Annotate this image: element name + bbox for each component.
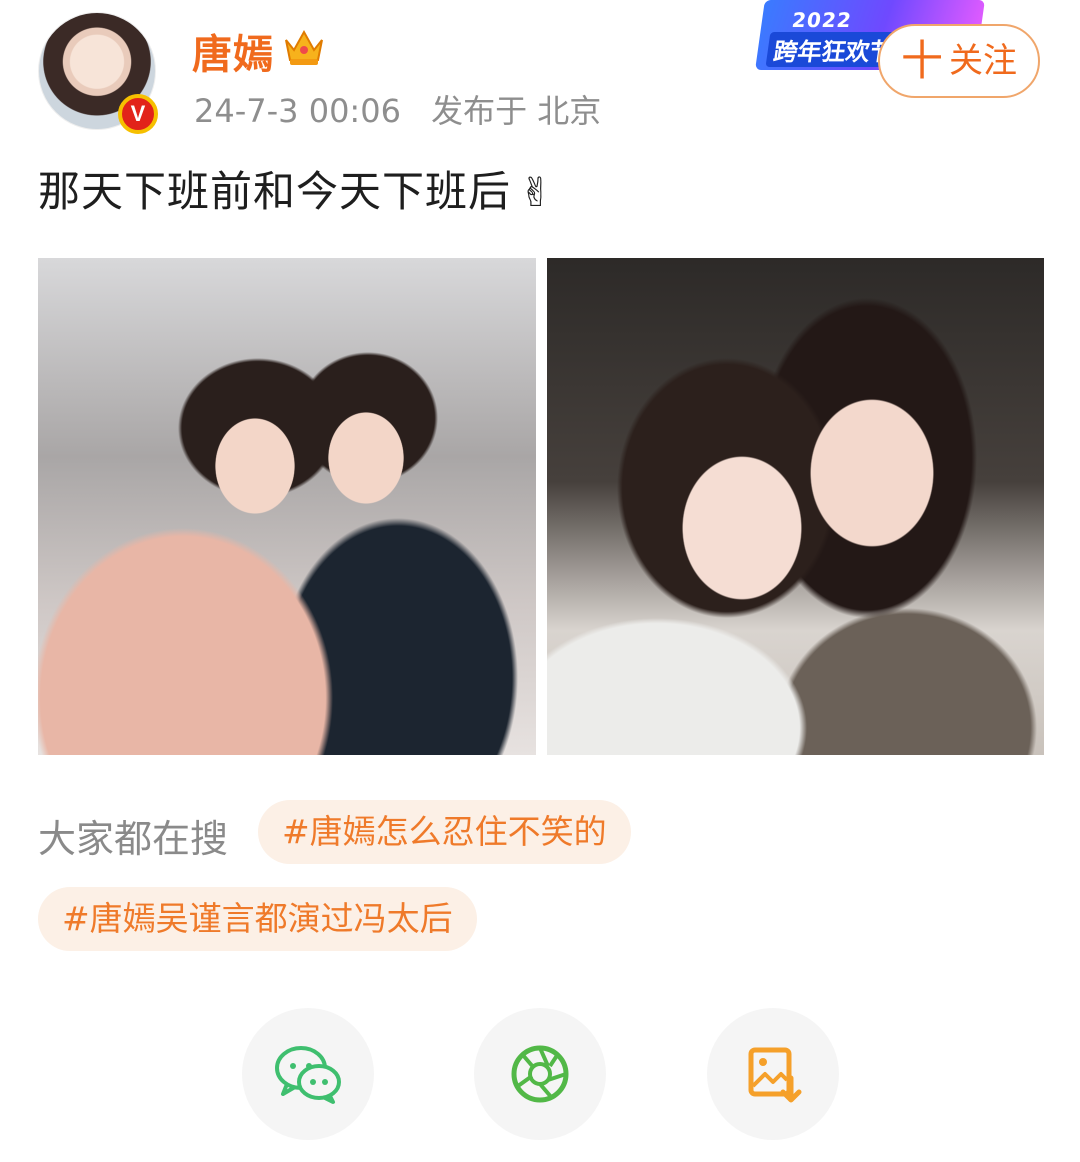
- post-photo-1[interactable]: [38, 258, 536, 755]
- search-tag[interactable]: #唐嫣怎么忍住不笑的: [258, 800, 631, 864]
- share-wechat-button[interactable]: [242, 1008, 374, 1140]
- search-label: 大家都在搜: [38, 817, 229, 861]
- victory-hand-emoji: ✌: [519, 170, 554, 216]
- post-body: 那天下班前和今天下班后: [38, 167, 512, 216]
- plus-icon: 十: [900, 36, 943, 85]
- search-tag[interactable]: #唐嫣吴谨言都演过冯太后: [38, 887, 477, 951]
- avatar[interactable]: V: [38, 12, 158, 134]
- post-photo-2[interactable]: [547, 258, 1044, 755]
- verified-badge: V: [118, 94, 158, 134]
- post-timestamp: 24-7-3 00:06: [194, 92, 401, 130]
- username[interactable]: 唐嫣: [192, 22, 274, 80]
- post-text: 那天下班前和今天下班后 ✌: [38, 158, 554, 219]
- post-meta: 24-7-3 00:06 发布于 北京: [194, 86, 601, 132]
- crown-icon: [285, 29, 323, 65]
- wechat-icon: [275, 1046, 341, 1104]
- post-location: 发布于 北京: [431, 92, 602, 130]
- save-image-button[interactable]: [707, 1008, 839, 1140]
- save-image-icon: [748, 1047, 802, 1103]
- event-banner-year: 2022: [790, 8, 854, 32]
- follow-button-label: 关注: [949, 41, 1017, 81]
- share-moments-button[interactable]: [474, 1008, 606, 1140]
- follow-button[interactable]: 十 关注: [878, 24, 1040, 98]
- moments-icon: [511, 1045, 569, 1103]
